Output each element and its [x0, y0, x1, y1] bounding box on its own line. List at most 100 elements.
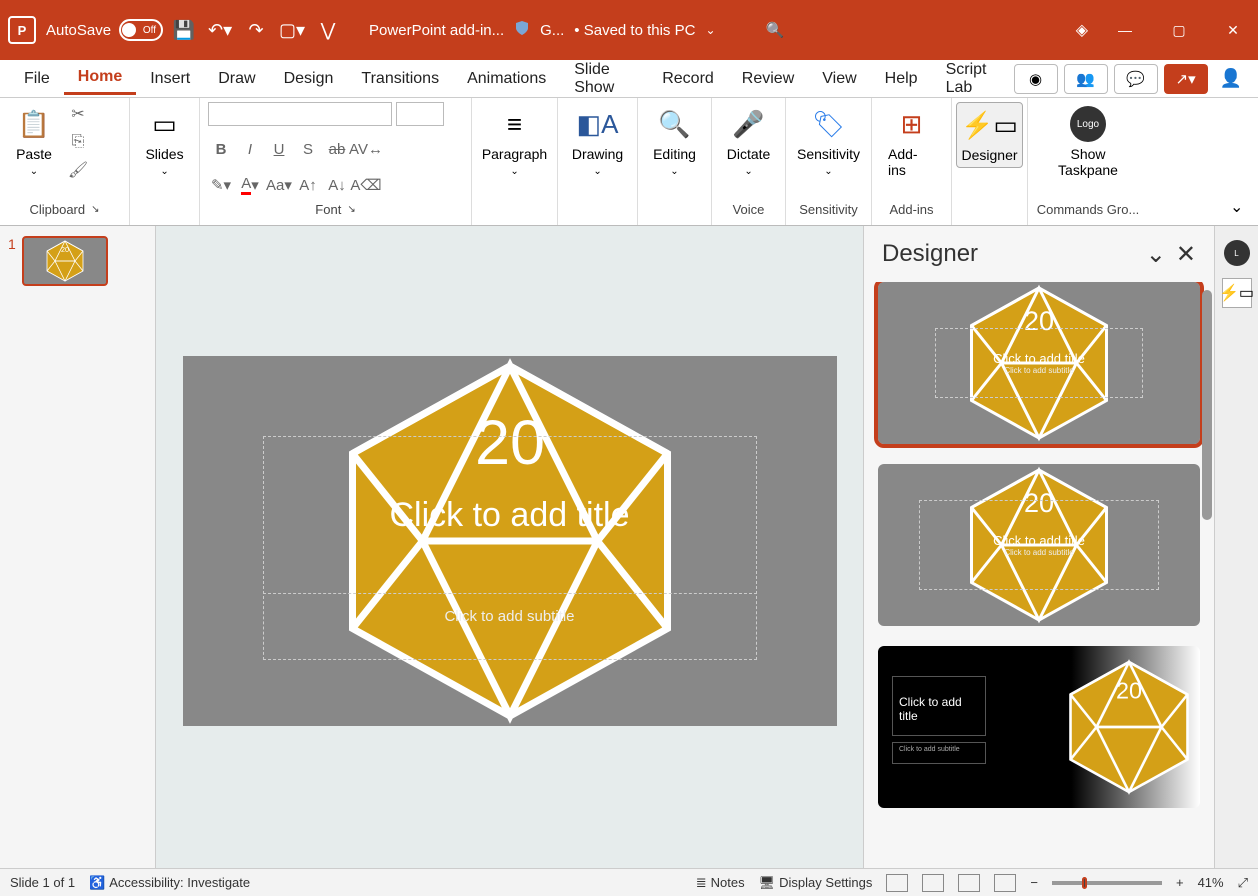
title-placeholder[interactable]: Click to add title	[263, 436, 757, 594]
underline-button[interactable]: U	[266, 136, 292, 162]
tab-review[interactable]: Review	[728, 64, 808, 94]
new-slide-icon: ▭	[147, 106, 183, 142]
addins-icon: ⊞	[894, 106, 930, 142]
sensitivity-short: G...	[540, 22, 564, 39]
mic-icon: 🎤	[731, 106, 767, 142]
grow-font-button[interactable]: A↑	[295, 172, 321, 198]
paragraph-icon: ≡	[497, 106, 533, 142]
font-size-dropdown[interactable]	[396, 102, 444, 126]
clipboard-icon: 📋	[16, 106, 52, 142]
present-icon[interactable]: ▢▾	[281, 19, 303, 41]
chevron-down-icon[interactable]: ⌄	[705, 23, 715, 37]
highlight-button[interactable]: ✎▾	[208, 172, 234, 198]
close-button[interactable]: ✕	[1216, 18, 1250, 42]
designer-scrollbar[interactable]	[1202, 290, 1212, 520]
ribbon-tabs: File Home Insert Draw Design Transitions…	[0, 60, 1258, 98]
tab-slideshow[interactable]: Slide Show	[560, 55, 648, 103]
subtitle-placeholder[interactable]: Click to add subtitle	[263, 596, 757, 660]
voice-group-label: Voice	[733, 202, 765, 217]
paste-button[interactable]: 📋 Paste ⌄	[8, 102, 60, 181]
save-status[interactable]: • Saved to this PC	[574, 22, 695, 39]
fit-to-window-button[interactable]: ⤢	[1238, 875, 1248, 891]
slide-canvas-area[interactable]: Click to add title Click to add subtitle	[156, 226, 864, 868]
tab-insert[interactable]: Insert	[136, 64, 204, 94]
design-idea-2[interactable]: Click to add title Click to add subtitle	[878, 464, 1200, 626]
sensitivity-button[interactable]: 🏷 Sensitivity ⌄	[789, 102, 868, 181]
paragraph-button[interactable]: ≡ Paragraph ⌄	[474, 102, 555, 181]
teams-button[interactable]: 👥	[1064, 64, 1108, 94]
copy-icon[interactable]: ⎘	[66, 130, 90, 154]
addin-avatar[interactable]: L	[1224, 240, 1250, 266]
dialog-launcher-icon[interactable]: ↘	[347, 204, 355, 215]
cut-icon[interactable]: ✂	[66, 102, 90, 126]
tab-draw[interactable]: Draw	[204, 64, 269, 94]
tab-transitions[interactable]: Transitions	[347, 64, 453, 94]
slide-counter[interactable]: Slide 1 of 1	[10, 875, 75, 890]
dictate-button[interactable]: 🎤 Dictate ⌄	[719, 102, 779, 181]
italic-button[interactable]: I	[237, 136, 263, 162]
slides-button[interactable]: ▭ Slides ⌄	[137, 102, 191, 181]
design-idea-1[interactable]: Click to add title Click to add subtitle	[878, 282, 1200, 444]
minimize-button[interactable]: —	[1108, 18, 1142, 42]
designer-icon: ⚡▭	[972, 107, 1008, 143]
font-family-dropdown[interactable]	[208, 102, 392, 126]
save-icon[interactable]: 💾	[173, 19, 195, 41]
show-taskpane-button[interactable]: Logo Show Taskpane	[1036, 102, 1140, 182]
undo-icon[interactable]: ↶▾	[209, 19, 231, 41]
font-color-button[interactable]: A▾	[237, 172, 263, 198]
tab-file[interactable]: File	[10, 64, 64, 94]
autosave-toggle[interactable]: Off	[119, 19, 163, 41]
notes-button[interactable]: ≣ Notes	[696, 875, 745, 891]
diamond-icon[interactable]: ◈	[1076, 20, 1088, 40]
record-button[interactable]: ◉	[1014, 64, 1058, 94]
tab-scriptlab[interactable]: Script Lab	[932, 55, 1014, 103]
zoom-in-button[interactable]: +	[1176, 875, 1184, 890]
collapse-ribbon-icon[interactable]: ⌄	[1230, 197, 1250, 217]
strike-button[interactable]: ab	[324, 136, 350, 162]
designer-panel: Designer ⌄ ✕ Click to add title Click to…	[864, 226, 1214, 868]
drawing-button[interactable]: ◧A Drawing ⌄	[564, 102, 631, 181]
redo-icon[interactable]: ↷	[245, 19, 267, 41]
shadow-button[interactable]: S	[295, 136, 321, 162]
commands-group-label: Commands Gro...	[1037, 202, 1140, 217]
editing-button[interactable]: 🔍 Editing ⌄	[645, 102, 704, 181]
logo-icon: Logo	[1070, 106, 1106, 142]
designer-quick-icon[interactable]: ⚡▭	[1222, 278, 1252, 308]
dialog-launcher-icon[interactable]: ↘	[91, 204, 99, 215]
zoom-out-button[interactable]: −	[1030, 875, 1038, 890]
slide-thumbnail-1[interactable]	[22, 236, 108, 286]
slideshow-view-button[interactable]	[994, 874, 1016, 892]
sorter-view-button[interactable]	[922, 874, 944, 892]
format-painter-icon[interactable]: 🖌	[66, 158, 90, 182]
right-sidebar: L ⚡▭	[1214, 226, 1258, 868]
tab-view[interactable]: View	[808, 64, 870, 94]
zoom-percent[interactable]: 41%	[1198, 875, 1224, 890]
tab-animations[interactable]: Animations	[453, 64, 560, 94]
shrink-font-button[interactable]: A↓	[324, 172, 350, 198]
accessibility-status[interactable]: ♿ Accessibility: Investigate	[89, 875, 250, 891]
tab-record[interactable]: Record	[648, 64, 728, 94]
search-icon[interactable]: 🔍	[766, 21, 785, 39]
spacing-button[interactable]: AV↔	[353, 136, 379, 162]
slide-canvas[interactable]: Click to add title Click to add subtitle	[183, 356, 837, 726]
addins-button[interactable]: ⊞ Add-ins	[880, 102, 943, 182]
maximize-button[interactable]: ▢	[1162, 18, 1196, 42]
share-button[interactable]: ↗▾	[1164, 64, 1208, 94]
tab-home[interactable]: Home	[64, 62, 136, 95]
chevron-down-icon[interactable]: ⌄	[1146, 240, 1166, 269]
change-case-button[interactable]: Aa▾	[266, 172, 292, 198]
designer-button[interactable]: ⚡▭ Designer	[956, 102, 1022, 168]
zoom-slider[interactable]	[1052, 881, 1162, 885]
display-settings-button[interactable]: 🖥 Display Settings	[759, 875, 873, 891]
normal-view-button[interactable]	[886, 874, 908, 892]
bold-button[interactable]: B	[208, 136, 234, 162]
reading-view-button[interactable]	[958, 874, 980, 892]
tab-design[interactable]: Design	[270, 64, 348, 94]
clear-format-button[interactable]: A⌫	[353, 172, 379, 198]
close-panel-icon[interactable]: ✕	[1176, 240, 1196, 269]
design-idea-3[interactable]: Click to add title Click to add subtitle	[878, 646, 1200, 808]
copilot-icon[interactable]: 👤	[1214, 68, 1248, 89]
tab-help[interactable]: Help	[871, 64, 932, 94]
qat-overflow-icon[interactable]: ⋁	[317, 19, 339, 41]
comments-button[interactable]: 💬	[1114, 64, 1158, 94]
